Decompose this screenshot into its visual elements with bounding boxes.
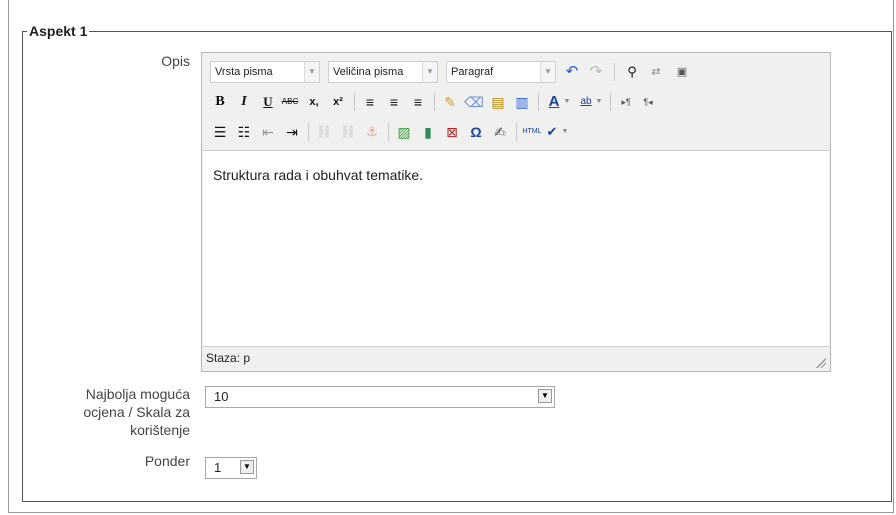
description-label: Opis [161,53,190,69]
numbered-list-icon[interactable]: ☷ [234,122,254,142]
strikethrough-button[interactable]: ABC [280,92,300,112]
chevron-down-icon: ▼ [422,62,437,82]
spellcheck-icon[interactable]: ✔ [542,122,562,142]
html-icon[interactable]: HTML [522,122,542,142]
rich-text-editor: Vrsta pisma ▼ Veličina pisma ▼ Paragraf … [201,52,831,372]
weight-label: Ponder [144,453,190,469]
highlight-color-icon[interactable]: ab [576,92,596,112]
bold-button[interactable]: B [210,92,230,112]
underline-button[interactable]: U [258,92,278,112]
toolbar-row-1: Vrsta pisma ▼ Veličina pisma ▼ Paragraf … [210,61,820,85]
align-left-icon[interactable]: ≡ [360,92,380,112]
toolbar-separator [308,123,309,141]
chevron-down-icon: ▼ [538,389,552,403]
toolbar-separator [434,93,435,111]
editor-path: Staza: p [206,351,251,365]
font-family-select[interactable]: Vrsta pisma ▼ [210,61,320,83]
chevron-down-icon[interactable]: ▼ [560,122,570,142]
bullet-list-icon[interactable]: ☰ [210,122,230,142]
toolbar-separator [388,123,389,141]
edit-icon[interactable]: ✍ [490,122,510,142]
toolbar-separator [614,63,615,81]
editor-content-text: Struktura rada i obuhvat tematike. [213,167,424,183]
find-icon[interactable]: ⚲ [622,62,642,82]
best-grade-select[interactable]: 10 ▼ [205,386,555,408]
toolbar-separator [516,123,517,141]
nolink-icon[interactable]: ⊠ [442,122,462,142]
paste-text-icon[interactable]: ▤ [488,92,508,112]
text-color-icon[interactable]: A [544,92,564,112]
chevron-down-icon: ▼ [240,460,254,474]
undo-icon[interactable]: ↶ [562,62,582,82]
best-grade-label: Najbolja moguća ocjena / Skala za korišt… [20,385,190,439]
format-value: Paragraf [451,66,494,78]
paste-word-icon[interactable]: ▥ [512,92,532,112]
best-grade-value: 10 [214,389,229,404]
italic-button[interactable]: I [234,92,254,112]
chevron-down-icon: ▼ [540,62,555,82]
rtl-icon[interactable]: ¶◂ [638,92,658,112]
toolbar-row-2: B I U ABC x, x² ≡ ≡ ≡ ✎ ⌫ ▤ ▥ A ▼ ab ▼ ▸… [210,91,820,115]
align-center-icon[interactable]: ≡ [384,92,404,112]
anchor-icon[interactable]: ⚓ [362,122,382,142]
replace-icon[interactable]: ⇄ [646,62,666,82]
outdent-icon[interactable]: ⇤ [258,122,278,142]
font-size-value: Veličina pisma [333,66,404,78]
toolbar-separator [610,93,611,111]
superscript-button[interactable]: x² [328,92,348,112]
best-grade-label-line1: Najbolja moguća [85,386,190,402]
indent-icon[interactable]: ⇥ [282,122,302,142]
unlink-icon[interactable]: ⛓ [338,122,358,142]
format-select[interactable]: Paragraf ▼ [446,61,556,83]
chevron-down-icon[interactable]: ▼ [562,92,572,112]
align-right-icon[interactable]: ≡ [408,92,428,112]
omega-icon[interactable]: Ω [466,122,486,142]
remove-format-icon[interactable]: ⌫ [464,92,484,112]
toolbar-separator [354,93,355,111]
image-icon[interactable]: ▨ [394,122,414,142]
editor-content-area[interactable]: Struktura rada i obuhvat tematike. [203,150,829,347]
fullscreen-icon[interactable]: ▣ [672,62,692,82]
font-size-select[interactable]: Veličina pisma ▼ [328,61,438,83]
weight-value: 1 [214,460,222,475]
chevron-down-icon: ▼ [304,62,319,82]
weight-select[interactable]: 1 ▼ [205,457,257,479]
best-grade-label-line3: korištenje [130,422,190,438]
best-grade-label-line2: ocjena / Skala za [83,404,190,420]
resize-handle-icon[interactable] [816,358,826,368]
font-family-value: Vrsta pisma [215,66,273,78]
toolbar-row-3: ☰ ☷ ⇤ ⇥ ⛓ ⛓ ⚓ ▨ ▮ ⊠ Ω ✍ HTML ✔ ▼ [210,121,820,145]
subscript-button[interactable]: x, [304,92,324,112]
aspect-legend: Aspekt 1 [29,23,88,39]
link-icon[interactable]: ⛓ [314,122,334,142]
cleanup-icon[interactable]: ✎ [440,92,460,112]
redo-icon[interactable]: ↷ [586,62,606,82]
chevron-down-icon[interactable]: ▼ [594,92,604,112]
media-icon[interactable]: ▮ [418,122,438,142]
ltr-icon[interactable]: ▸¶ [616,92,636,112]
toolbar-separator [538,93,539,111]
